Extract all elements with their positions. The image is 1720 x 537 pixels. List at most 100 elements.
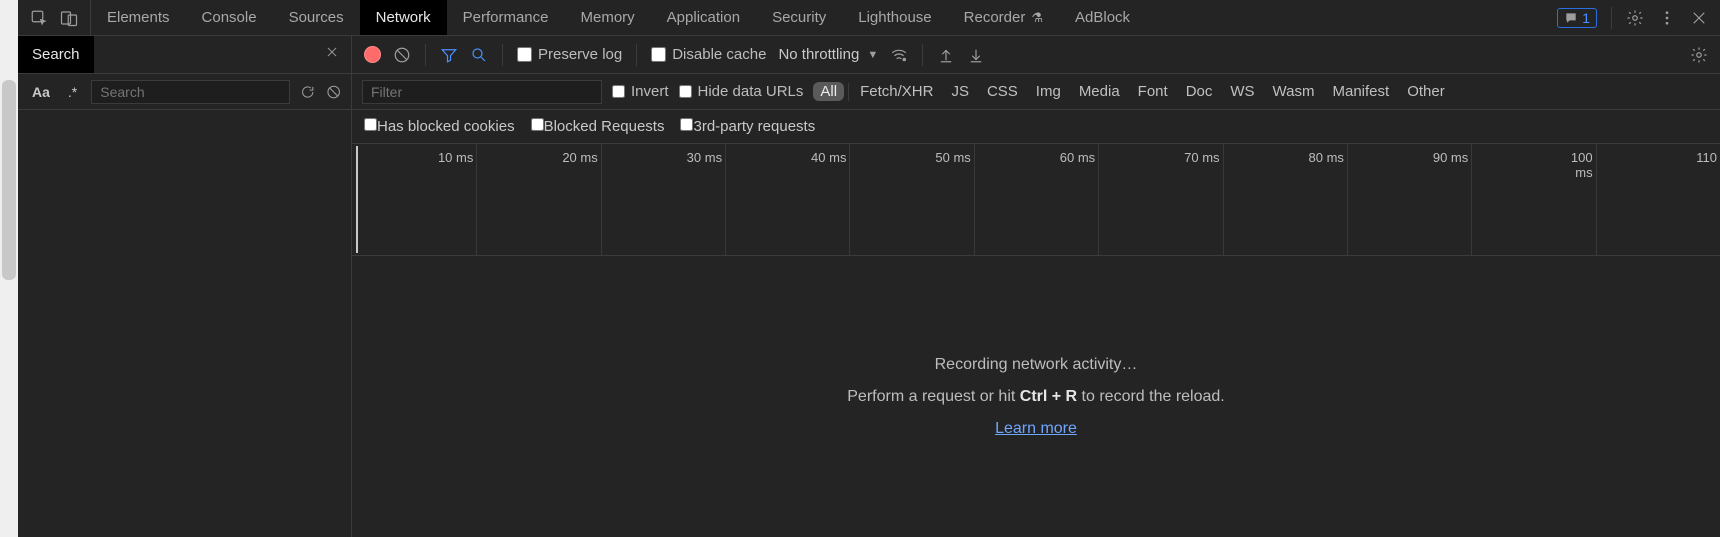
- timeline-tick: 70 ms: [1223, 144, 1224, 255]
- tab-label: Performance: [463, 9, 549, 26]
- empty-kbd: Ctrl + R: [1020, 388, 1077, 405]
- tab-label: AdBlock: [1075, 9, 1130, 26]
- tab-network[interactable]: Network: [360, 0, 447, 35]
- inspect-element-icon[interactable]: [30, 9, 48, 27]
- timeline-tick-label: 100 ms: [1553, 150, 1593, 180]
- download-har-icon[interactable]: [967, 46, 985, 64]
- tab-label: Application: [667, 9, 740, 26]
- type-chip-css[interactable]: CSS: [980, 82, 1025, 101]
- tab-lighthouse[interactable]: Lighthouse: [842, 0, 947, 35]
- empty-pre: Perform a request or hit: [847, 388, 1020, 405]
- gear-icon[interactable]: [1690, 46, 1708, 64]
- throttle-select[interactable]: No throttling ▼: [778, 46, 878, 63]
- type-chip-fetch-xhr[interactable]: Fetch/XHR: [853, 82, 940, 101]
- timeline-tick-label: 10 ms: [433, 150, 473, 165]
- type-chip-font[interactable]: Font: [1131, 82, 1175, 101]
- learn-more-link[interactable]: Learn more: [995, 420, 1077, 438]
- divider: [502, 44, 503, 66]
- type-chip-doc[interactable]: Doc: [1179, 82, 1220, 101]
- type-chip-ws[interactable]: WS: [1223, 82, 1261, 101]
- search-results-empty: [18, 110, 351, 537]
- timeline-tick-label: 40 ms: [806, 150, 846, 165]
- empty-post: to record the reload.: [1077, 388, 1225, 405]
- tab-label: Network: [376, 9, 431, 26]
- blocked-cookies-checkbox[interactable]: Has blocked cookies: [364, 118, 515, 135]
- playhead[interactable]: [356, 146, 358, 253]
- type-chip-manifest[interactable]: Manifest: [1326, 82, 1397, 101]
- clear-icon[interactable]: [393, 46, 411, 64]
- tab-sources[interactable]: Sources: [273, 0, 360, 35]
- tab-memory[interactable]: Memory: [565, 0, 651, 35]
- timeline-tick-label: 60 ms: [1055, 150, 1095, 165]
- type-chip-media[interactable]: Media: [1072, 82, 1127, 101]
- tab-console[interactable]: Console: [186, 0, 273, 35]
- type-chip-all[interactable]: All: [813, 82, 844, 101]
- disable-cache-checkbox[interactable]: Disable cache: [651, 46, 766, 63]
- tab-performance[interactable]: Performance: [447, 0, 565, 35]
- timeline-tick-label: 90 ms: [1428, 150, 1468, 165]
- close-icon: [325, 45, 339, 59]
- blocked-requests-label: Blocked Requests: [544, 118, 665, 135]
- empty-subtitle: Perform a request or hit Ctrl + R to rec…: [847, 388, 1225, 406]
- search-sidebar: Search Aa .*: [18, 36, 352, 537]
- search-close-button[interactable]: [313, 45, 351, 64]
- regex-toggle[interactable]: .*: [64, 82, 81, 102]
- refresh-icon[interactable]: [300, 83, 315, 101]
- hide-data-urls-checkbox[interactable]: Hide data URLs: [679, 83, 804, 100]
- disable-cache-label: Disable cache: [672, 46, 766, 63]
- close-icon[interactable]: [1690, 9, 1708, 27]
- search-tab[interactable]: Search: [18, 36, 94, 73]
- timeline-tick: 30 ms: [725, 144, 726, 255]
- divider: [425, 44, 426, 66]
- device-toggle-icon[interactable]: [60, 9, 78, 27]
- divider: [848, 83, 849, 101]
- filter-row-2: Has blocked cookies Blocked Requests 3rd…: [352, 110, 1720, 144]
- throttle-value: No throttling: [778, 46, 859, 63]
- timeline-ruler[interactable]: 10 ms20 ms30 ms40 ms50 ms60 ms70 ms80 ms…: [352, 144, 1720, 256]
- tab-recorder[interactable]: Recorder⚗: [948, 0, 1059, 35]
- page-scrollbar[interactable]: [0, 0, 18, 537]
- gear-icon[interactable]: [1626, 9, 1644, 27]
- tab-label: Console: [202, 9, 257, 26]
- tab-adblock[interactable]: AdBlock: [1059, 0, 1146, 35]
- chevron-down-icon: ▼: [867, 49, 878, 61]
- tab-application[interactable]: Application: [651, 0, 756, 35]
- preserve-log-label: Preserve log: [538, 46, 622, 63]
- devtools: Elements Console Sources Network Performance…: [18, 0, 1720, 537]
- tab-label: Elements: [107, 9, 170, 26]
- timeline-tick-label: 80 ms: [1304, 150, 1344, 165]
- blocked-cookies-label: Has blocked cookies: [377, 118, 515, 135]
- clear-icon[interactable]: [326, 83, 341, 101]
- search-icon[interactable]: [470, 46, 488, 64]
- type-chip-other[interactable]: Other: [1400, 82, 1452, 101]
- main-tabstrip: Elements Console Sources Network Performance…: [18, 0, 1720, 36]
- filter-icon[interactable]: [440, 46, 458, 64]
- timeline-tick: 90 ms: [1471, 144, 1472, 255]
- invert-checkbox[interactable]: Invert: [612, 83, 669, 100]
- type-chip-img[interactable]: Img: [1029, 82, 1068, 101]
- tab-label: Security: [772, 9, 826, 26]
- match-case-toggle[interactable]: Aa: [28, 82, 54, 102]
- preserve-log-checkbox[interactable]: Preserve log: [517, 46, 622, 63]
- network-conditions-icon[interactable]: [890, 46, 908, 64]
- tab-label: Sources: [289, 9, 344, 26]
- network-panel: Preserve log Disable cache No throttling…: [352, 36, 1720, 537]
- timeline-tick: 100 ms: [1596, 144, 1597, 255]
- search-input[interactable]: [91, 80, 290, 104]
- divider: [636, 44, 637, 66]
- type-chip-js[interactable]: JS: [944, 82, 976, 101]
- record-button[interactable]: [364, 46, 381, 63]
- tab-label: Recorder: [964, 9, 1026, 26]
- divider: [1611, 7, 1612, 29]
- filter-input[interactable]: [362, 80, 602, 104]
- messages-badge[interactable]: 1: [1557, 8, 1597, 28]
- kebab-icon[interactable]: [1658, 9, 1676, 27]
- chat-icon: [1564, 11, 1578, 25]
- upload-har-icon[interactable]: [937, 46, 955, 64]
- tab-security[interactable]: Security: [756, 0, 842, 35]
- third-party-checkbox[interactable]: 3rd-party requests: [680, 118, 815, 135]
- type-chip-wasm[interactable]: Wasm: [1266, 82, 1322, 101]
- tab-elements[interactable]: Elements: [91, 0, 186, 35]
- timeline-tick: 50 ms: [974, 144, 975, 255]
- blocked-requests-checkbox[interactable]: Blocked Requests: [531, 118, 665, 135]
